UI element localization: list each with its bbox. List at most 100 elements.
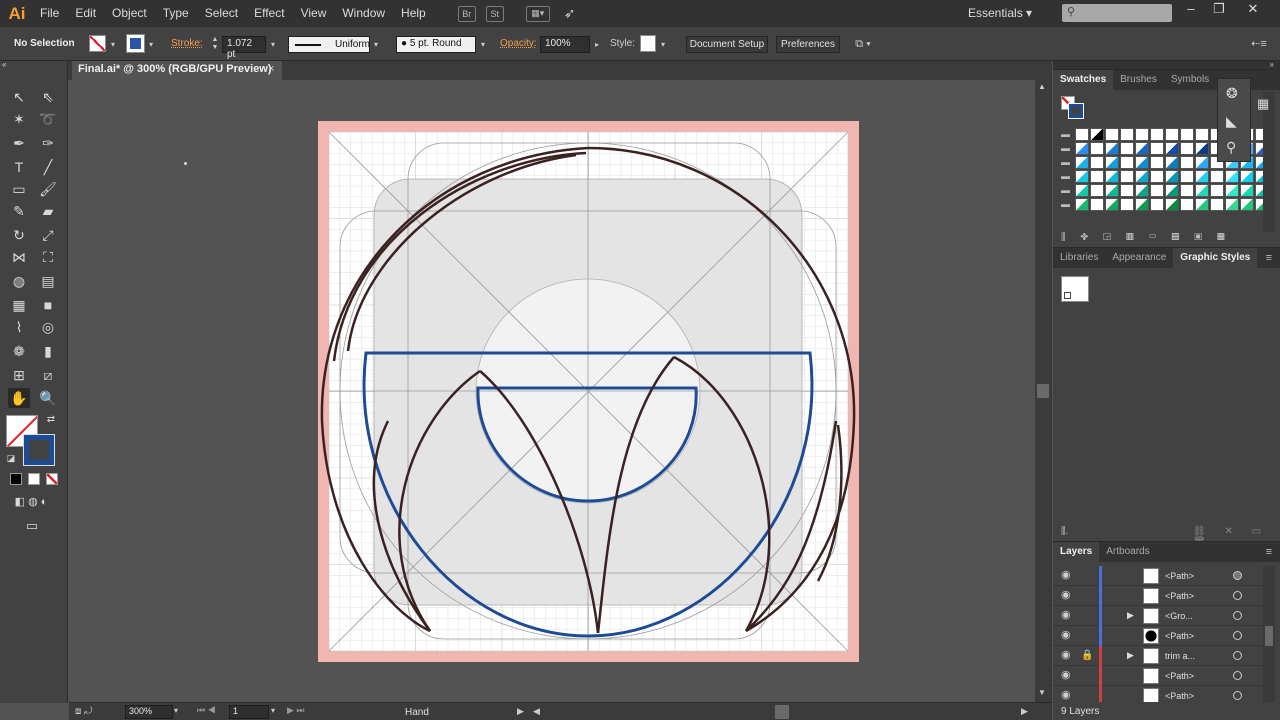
color-swatch[interactable] — [1150, 198, 1164, 211]
color-swatch[interactable] — [1165, 142, 1179, 155]
transparency-icon[interactable]: ⚲ — [1226, 139, 1236, 156]
menu-type[interactable]: Type — [155, 0, 197, 27]
color-swatch[interactable] — [1090, 170, 1104, 183]
target-circle-icon[interactable] — [1233, 611, 1242, 620]
color-swatch[interactable] — [1075, 156, 1089, 169]
color-swatch[interactable] — [1090, 184, 1104, 197]
swatches-scrollbar[interactable] — [1263, 92, 1275, 232]
color-mode-icon[interactable] — [10, 473, 22, 485]
color-swatch[interactable] — [1180, 184, 1194, 197]
stroke-label[interactable]: Stroke: — [171, 38, 203, 49]
color-swatch[interactable] — [1195, 128, 1209, 141]
color-swatch[interactable] — [1075, 184, 1089, 197]
color-swatch[interactable] — [1165, 198, 1179, 211]
direct-selection-tool-icon[interactable]: ⇖ — [37, 87, 59, 107]
expand-arrow-icon[interactable]: ▶ — [1127, 610, 1134, 621]
color-swatch[interactable] — [1180, 198, 1194, 211]
visibility-eye-icon[interactable]: ◉ — [1061, 610, 1075, 621]
canvas-area[interactable] — [69, 80, 1035, 702]
color-swatch[interactable] — [1120, 198, 1134, 211]
vertical-scrollbar[interactable]: ▲ ▼ — [1035, 80, 1052, 702]
fill-stroke-mini[interactable] — [1061, 96, 1084, 119]
color-swatch[interactable] — [1105, 170, 1119, 183]
visibility-eye-icon[interactable]: ◉ — [1061, 690, 1075, 701]
document-tab[interactable]: Final.ai* @ 300% (RGB/GPU Preview) — [72, 61, 282, 80]
perspective-grid-tool-icon[interactable]: ▤ — [37, 271, 59, 291]
stock-icon[interactable]: St — [485, 5, 504, 22]
color-swatch[interactable] — [1240, 198, 1254, 211]
color-swatch[interactable] — [1195, 142, 1209, 155]
tab-layers[interactable]: Layers — [1053, 542, 1100, 562]
artboard[interactable] — [318, 121, 859, 662]
status-menu-icon[interactable]: ▶ — [517, 706, 524, 717]
zoom-tool-icon[interactable]: 🔍 — [37, 388, 59, 408]
symbol-sprayer-tool-icon[interactable]: ❁ — [8, 341, 30, 361]
mesh-tool-icon[interactable]: ▦ — [8, 295, 30, 315]
opacity-field[interactable]: 100% — [540, 36, 590, 53]
color-swatch[interactable] — [1075, 198, 1089, 211]
magic-wand-tool-icon[interactable]: ✶ — [8, 109, 30, 129]
swatch-group-folder-icon[interactable]: ▬ — [1061, 156, 1072, 168]
dock-collapse-icon[interactable]: » — [1270, 60, 1274, 69]
zoom-field[interactable]: 300% — [125, 705, 173, 719]
tab-brushes[interactable]: Brushes — [1113, 70, 1164, 90]
type-tool-icon[interactable]: T — [8, 157, 30, 177]
brush-select[interactable]: ● 5 pt. Round — [396, 36, 476, 53]
styles-library-icon[interactable]: ⫼. — [1061, 526, 1068, 537]
color-swatch[interactable] — [1165, 156, 1179, 169]
color-swatch[interactable] — [1105, 184, 1119, 197]
none-mode-icon[interactable] — [46, 473, 58, 485]
visibility-eye-icon[interactable]: ◉ — [1061, 630, 1075, 641]
opacity-label[interactable]: Opacity: — [500, 38, 537, 49]
gpu-performance-icon[interactable]: ➶ — [564, 5, 576, 22]
color-swatch[interactable] — [1090, 198, 1104, 211]
color-swatch[interactable] — [1180, 170, 1194, 183]
layers-panel-menu-icon[interactable]: ≡ — [1266, 542, 1280, 562]
expand-arrow-icon[interactable]: ▶ — [1127, 650, 1134, 661]
minimize-button[interactable]: – — [1178, 0, 1204, 20]
target-circle-icon[interactable] — [1233, 631, 1242, 640]
slice-tool-icon[interactable]: ⧄ — [37, 365, 59, 385]
color-swatch[interactable] — [1120, 184, 1134, 197]
color-swatch[interactable] — [1105, 142, 1119, 155]
layers-scrollbar[interactable] — [1263, 566, 1275, 702]
visibility-eye-icon[interactable]: ◉ — [1061, 570, 1075, 581]
stroke-profile-select[interactable]: Uniform — [288, 36, 370, 53]
close-window-button[interactable]: ✕ — [1240, 0, 1266, 20]
rotate-tool-icon[interactable]: ↻ — [8, 225, 30, 245]
layer-row[interactable]: ◉ <Path> — [1053, 566, 1263, 586]
target-circle-icon[interactable] — [1233, 691, 1242, 700]
color-guide-icon[interactable]: ❂ — [1226, 85, 1238, 102]
scroll-down-icon[interactable]: ▼ — [1038, 688, 1046, 697]
color-swatch[interactable] — [1240, 184, 1254, 197]
menu-window[interactable]: Window — [334, 0, 393, 27]
color-swatch[interactable] — [1105, 198, 1119, 211]
close-tab-icon[interactable]: × — [268, 63, 274, 75]
color-swatch[interactable] — [1135, 184, 1149, 197]
color-swatch[interactable] — [1210, 198, 1224, 211]
stroke-profile-dropdown-icon[interactable]: ▾ — [371, 36, 381, 53]
layers-scroll-thumb[interactable] — [1265, 626, 1273, 646]
tab-swatches[interactable]: Swatches — [1053, 70, 1114, 90]
color-swatch[interactable] — [1120, 156, 1134, 169]
color-swatch[interactable] — [1225, 184, 1239, 197]
layer-row[interactable]: ◉ <Path> — [1053, 686, 1263, 702]
prev-artboard-icons[interactable]: ⏮ ◀ — [197, 705, 216, 716]
color-swatch[interactable] — [1135, 198, 1149, 211]
pen-tool-icon[interactable]: ✒ — [8, 133, 30, 153]
artboard-dropdown-icon[interactable]: ▾ — [271, 706, 275, 715]
lasso-tool-icon[interactable]: ➰ — [37, 109, 59, 129]
stroke-swatch[interactable] — [126, 34, 145, 53]
color-swatch[interactable] — [1135, 170, 1149, 183]
rectangle-tool-icon[interactable]: ▭ — [8, 179, 30, 199]
fill-swatch[interactable] — [89, 35, 106, 52]
color-swatch[interactable] — [1165, 170, 1179, 183]
scroll-right-icon[interactable]: ▶ — [1021, 706, 1028, 717]
gradient-tool-icon[interactable]: ■ — [37, 295, 59, 315]
curvature-tool-icon[interactable]: ✑ — [37, 133, 59, 153]
default-graphic-style[interactable] — [1061, 276, 1089, 302]
blend-tool-icon[interactable]: ◎ — [37, 317, 59, 337]
color-swatch[interactable] — [1180, 128, 1194, 141]
line-tool-icon[interactable]: ╱ — [37, 157, 59, 177]
opacity-arrow-icon[interactable]: ▸ — [592, 36, 602, 53]
